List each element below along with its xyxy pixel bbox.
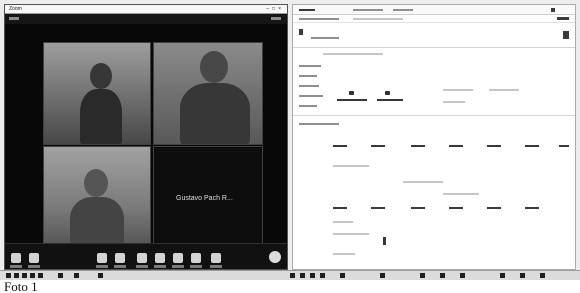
- meeting-info-icon[interactable]: [9, 17, 19, 20]
- taskbar-app-icon[interactable]: [22, 273, 27, 278]
- view-toggle-icon[interactable]: [271, 17, 281, 20]
- participant-video-tile[interactable]: Gustavo Pach R...: [153, 146, 263, 249]
- security-button[interactable]: [97, 253, 107, 263]
- participant-video-tile[interactable]: [43, 42, 151, 145]
- participant-head: [200, 51, 228, 83]
- system-tray-icon[interactable]: [540, 273, 545, 278]
- meeting-controls-bar: [5, 243, 287, 269]
- meeting-top-bar: [5, 14, 287, 24]
- mute-button[interactable]: [11, 253, 21, 263]
- taskbar-app-icon[interactable]: [58, 273, 63, 278]
- participant-body: [180, 83, 250, 144]
- record-button[interactable]: [173, 253, 183, 263]
- taskbar-app-icon[interactable]: [420, 273, 425, 278]
- chat-button[interactable]: [137, 253, 147, 263]
- system-tray-icon[interactable]: [520, 273, 525, 278]
- participant-name: Gustavo Pach R...: [176, 195, 233, 202]
- taskbar-app-icon[interactable]: [98, 273, 103, 278]
- taskbar-app-icon[interactable]: [290, 273, 295, 278]
- video-button[interactable]: [29, 253, 39, 263]
- document-window: [292, 4, 576, 270]
- participant-video-tile[interactable]: [43, 146, 151, 249]
- document-titlebar: [293, 5, 575, 15]
- os-taskbar: [0, 270, 580, 280]
- start-icon[interactable]: [6, 273, 11, 278]
- participant-video-tile[interactable]: [153, 42, 263, 145]
- screenshot: Zoom –□× Gustavo Pach R...: [0, 0, 580, 280]
- taskbar-app-icon[interactable]: [320, 273, 325, 278]
- system-tray-icon[interactable]: [500, 273, 505, 278]
- participant-body: [70, 197, 124, 248]
- document-menu-bar[interactable]: [293, 15, 575, 23]
- share-screen-button[interactable]: [155, 253, 165, 263]
- taskbar-app-icon[interactable]: [30, 273, 35, 278]
- taskbar-app-icon[interactable]: [460, 273, 465, 278]
- video-window-title: Zoom: [9, 6, 22, 12]
- taskbar-app-icon[interactable]: [380, 273, 385, 278]
- video-window-titlebar: Zoom –□×: [5, 5, 287, 14]
- participant-head: [90, 63, 112, 89]
- participant-body: [80, 89, 122, 144]
- taskbar-app-icon[interactable]: [14, 273, 19, 278]
- taskbar-app-icon[interactable]: [74, 273, 79, 278]
- reactions-button[interactable]: [191, 253, 201, 263]
- figure-caption: Foto 1: [4, 279, 38, 293]
- apps-button[interactable]: [211, 253, 221, 263]
- participants-button[interactable]: [115, 253, 125, 263]
- window-controls[interactable]: –□×: [266, 6, 284, 12]
- taskbar-app-icon[interactable]: [340, 273, 345, 278]
- taskbar-app-icon[interactable]: [440, 273, 445, 278]
- taskbar-app-icon[interactable]: [310, 273, 315, 278]
- taskbar-app-icon[interactable]: [300, 273, 305, 278]
- participant-head: [84, 169, 108, 197]
- video-call-window: Zoom –□× Gustavo Pach R...: [4, 4, 288, 270]
- end-meeting-button[interactable]: [269, 251, 281, 263]
- record-dot-icon: [563, 31, 569, 39]
- taskbar-app-icon[interactable]: [38, 273, 43, 278]
